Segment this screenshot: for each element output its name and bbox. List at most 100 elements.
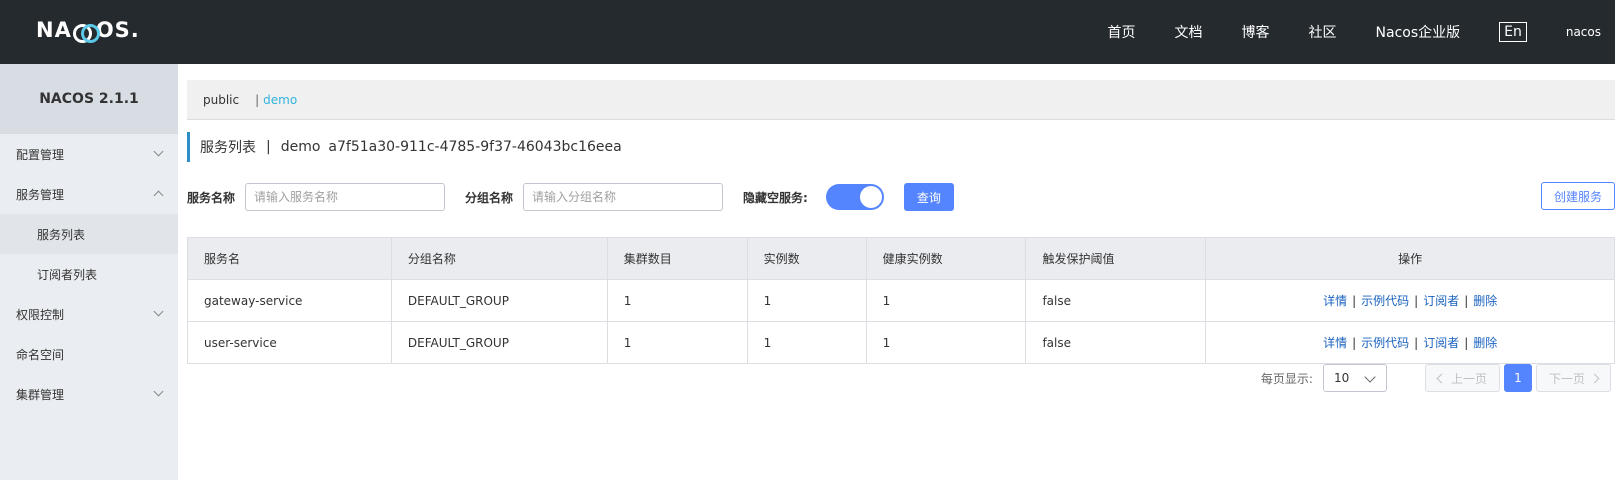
sidebar-item-subscriber-list[interactable]: 订阅者列表 [0, 254, 178, 294]
next-page-button[interactable]: 下一页 [1535, 364, 1611, 392]
nav-blog[interactable]: 博客 [1242, 22, 1270, 42]
nav-enterprise[interactable]: Nacos企业版 [1376, 22, 1461, 42]
sample-code-link[interactable]: 示例代码 [1361, 336, 1409, 350]
subscribers-link[interactable]: 订阅者 [1423, 336, 1459, 350]
sidebar-item-config-management[interactable]: 配置管理 [0, 134, 178, 174]
service-name-input[interactable] [245, 183, 446, 211]
cell-instances: 1 [746, 279, 867, 322]
nav-home[interactable]: 首页 [1108, 22, 1136, 42]
namespace-id: a7f51a30-911c-4785-9f37-46043bc16eea [328, 139, 622, 155]
sample-code-link[interactable]: 示例代码 [1361, 294, 1409, 308]
page-size-select[interactable]: 10 [1322, 364, 1387, 392]
sidebar-item-label: 配置管理 [16, 147, 65, 162]
service-name-label: 服务名称 [187, 190, 236, 205]
sidebar-item-namespace[interactable]: 命名空间 [0, 334, 178, 374]
pagination: 每页显示: 10 上一页 1 下一页 [1261, 364, 1615, 392]
table-row: gateway-service DEFAULT_GROUP 1 1 1 fals… [187, 279, 1615, 322]
cell-clusters: 1 [606, 279, 748, 322]
chevron-down-icon [153, 386, 164, 397]
nav-community[interactable]: 社区 [1309, 22, 1337, 42]
create-service-button[interactable]: 创建服务 [1541, 182, 1615, 210]
main-content: public | demo 服务列表 | demo a7f51a30-911c-… [187, 64, 1615, 480]
query-button[interactable]: 查询 [903, 183, 954, 211]
chevron-left-icon [1436, 373, 1447, 383]
namespace-demo[interactable]: demo [263, 93, 297, 107]
current-page[interactable]: 1 [1503, 364, 1532, 392]
sidebar-item-label: 权限控制 [16, 307, 65, 322]
namespace-public[interactable]: public [203, 93, 239, 107]
group-name-label: 分组名称 [465, 190, 514, 205]
chevron-down-icon [153, 306, 164, 317]
sidebar-item-label: 服务管理 [16, 187, 65, 202]
chevron-down-icon [153, 146, 164, 157]
delete-link[interactable]: 删除 [1473, 336, 1497, 350]
chevron-up-icon [153, 190, 164, 201]
cell-healthy: 1 [865, 279, 1027, 322]
column-header: 触发保护阈值 [1025, 237, 1207, 280]
table-row: user-service DEFAULT_GROUP 1 1 1 false 详… [187, 321, 1615, 364]
subscribers-link[interactable]: 订阅者 [1423, 294, 1459, 308]
detail-link[interactable]: 详情 [1323, 294, 1347, 308]
cell-service-name: gateway-service [187, 279, 392, 322]
cell-operations: 详情 | 示例代码 | 订阅者 | 删除 [1205, 279, 1615, 322]
namespace-name: demo [280, 139, 321, 155]
next-page-label: 下一页 [1548, 371, 1585, 386]
top-nav: 首页 文档 博客 社区 Nacos企业版 En nacos [1108, 0, 1615, 64]
cell-instances: 1 [746, 321, 867, 364]
cell-threshold: false [1025, 279, 1207, 322]
page-size-value: 10 [1333, 371, 1350, 385]
op-separator: | [1352, 336, 1357, 350]
sidebar-item-service-list[interactable]: 服务列表 [0, 214, 178, 254]
sidebar-item-service-management[interactable]: 服务管理 [0, 174, 178, 214]
cell-operations: 详情 | 示例代码 | 订阅者 | 删除 [1205, 321, 1615, 364]
column-header: 健康实例数 [865, 237, 1027, 280]
op-separator: | [1464, 294, 1469, 308]
delete-link[interactable]: 删除 [1473, 294, 1497, 308]
service-table: 服务名 分组名称 集群数目 实例数 健康实例数 触发保护阈值 操作 gatewa… [187, 237, 1615, 364]
table-header-row: 服务名 分组名称 集群数目 实例数 健康实例数 触发保护阈值 操作 [187, 237, 1615, 280]
sidebar-item-access-control[interactable]: 权限控制 [0, 294, 178, 334]
chevron-down-icon [1364, 371, 1376, 383]
sidebar-item-label: 订阅者列表 [37, 267, 98, 282]
cell-service-name: user-service [187, 321, 392, 364]
page-size-label: 每页显示: [1260, 371, 1313, 386]
column-header: 集群数目 [606, 237, 748, 280]
op-separator: | [1464, 336, 1469, 350]
cell-group: DEFAULT_GROUP [390, 279, 608, 322]
sidebar-item-cluster-management[interactable]: 集群管理 [0, 374, 178, 414]
nacos-logo[interactable]: NA OS. [36, 18, 140, 43]
top-bar: NA OS. 首页 文档 博客 社区 Nacos企业版 En nacos [0, 0, 1615, 64]
logo-mark [72, 24, 100, 43]
sidebar-item-label: 命名空间 [16, 347, 65, 362]
cell-threshold: false [1025, 321, 1207, 364]
language-switch[interactable]: En [1499, 22, 1527, 42]
cell-clusters: 1 [606, 321, 748, 364]
column-header: 服务名 [187, 237, 392, 280]
cell-group: DEFAULT_GROUP [390, 321, 608, 364]
user-menu[interactable]: nacos [1566, 25, 1601, 39]
page-title-text: 服务列表 [200, 140, 256, 156]
sidebar-item-label: 服务列表 [37, 227, 86, 242]
column-header: 分组名称 [390, 237, 608, 280]
title-separator: | [266, 139, 271, 155]
namespace-separator: | [255, 92, 260, 107]
hide-empty-label: 隐藏空服务: [743, 190, 808, 205]
op-separator: | [1352, 294, 1357, 308]
toggle-knob [859, 186, 882, 208]
nav-docs[interactable]: 文档 [1175, 22, 1203, 42]
sidebar: NACOS 2.1.1 配置管理 服务管理 服务列表 订阅者列表 权限控制 命名… [0, 64, 178, 480]
hide-empty-toggle[interactable] [825, 184, 884, 210]
group-name-input[interactable] [523, 183, 724, 211]
column-header: 操作 [1205, 237, 1615, 280]
prev-page-button[interactable]: 上一页 [1424, 364, 1500, 392]
column-header: 实例数 [746, 237, 867, 280]
op-separator: | [1414, 294, 1419, 308]
chevron-right-icon [1589, 373, 1600, 383]
sidebar-title: NACOS 2.1.1 [0, 64, 178, 134]
filter-bar: 服务名称 分组名称 隐藏空服务: 查询 创建服务 [187, 182, 1615, 212]
op-separator: | [1414, 336, 1419, 350]
namespace-bar: public | demo [187, 80, 1615, 120]
cell-healthy: 1 [865, 321, 1027, 364]
detail-link[interactable]: 详情 [1323, 336, 1347, 350]
prev-page-label: 上一页 [1450, 371, 1487, 386]
